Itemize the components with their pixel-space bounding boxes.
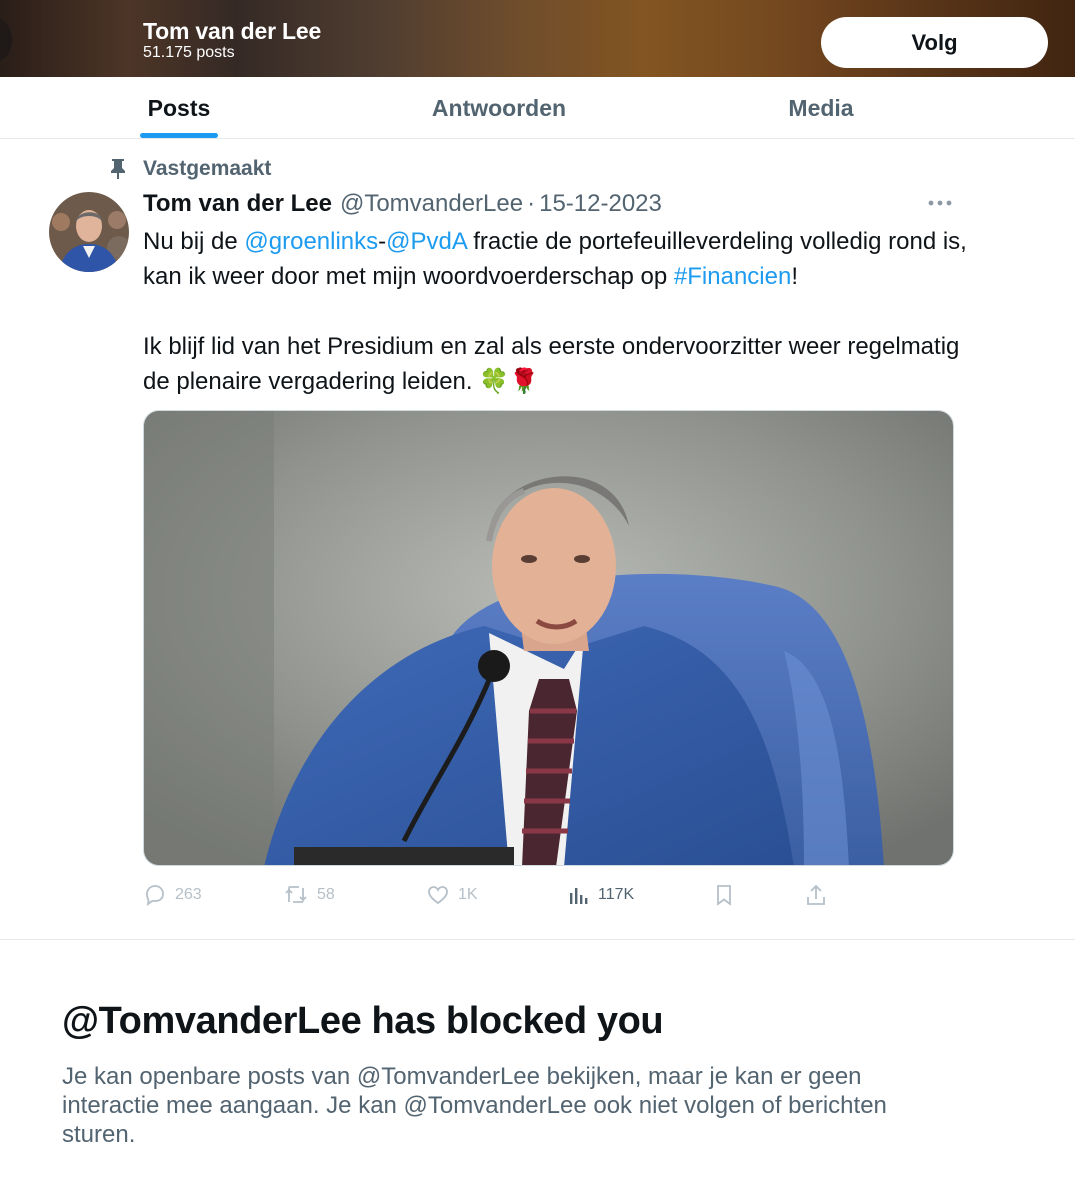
hashtag-link-financien[interactable]: #Financien: [674, 263, 791, 290]
like-count: 1K: [458, 886, 478, 903]
reply-icon: [146, 885, 164, 906]
header-posts-count: 51.175 posts: [143, 44, 235, 61]
views-button[interactable]: 117K: [568, 878, 634, 912]
tweet-header: Tom van der Lee @TomvanderLee · 15-12-20…: [143, 187, 662, 221]
blocked-notice-title: @TomvanderLee has blocked you: [62, 1000, 664, 1042]
tweet-photo[interactable]: [143, 410, 954, 866]
tweet-author-handle[interactable]: @TomvanderLee: [340, 190, 523, 218]
header-profile-name: Tom van der Lee: [143, 18, 322, 44]
avatar[interactable]: [49, 192, 129, 272]
tab-posts[interactable]: Posts: [138, 77, 220, 139]
repost-count: 58: [317, 886, 335, 903]
tweet-text-part: -: [378, 228, 387, 255]
tweet-author-name[interactable]: Tom van der Lee: [143, 190, 332, 218]
bookmark-button[interactable]: [713, 878, 743, 912]
repost-button[interactable]: 58: [283, 878, 335, 912]
header-separator: ·: [527, 190, 536, 217]
back-button[interactable]: [0, 18, 12, 62]
mention-link-groenlinks[interactable]: @groenlinks: [244, 228, 378, 255]
reply-button[interactable]: 263: [143, 878, 202, 912]
pinned-indicator: Vastgemaakt: [108, 155, 271, 183]
profile-header-banner: Tom van der Lee 51.175 posts Volg: [0, 0, 1075, 77]
share-button[interactable]: [805, 878, 835, 912]
repost-icon: [285, 886, 307, 903]
profile-tabs: Posts Antwoorden Media: [0, 77, 1075, 139]
views-count: 117K: [598, 886, 635, 903]
views-icon: [570, 888, 588, 904]
pinned-label: Vastgemaakt: [143, 157, 272, 180]
mention-link-pvda[interactable]: @PvdA: [386, 228, 466, 255]
bookmark-icon: [717, 885, 731, 906]
tweet-action-bar: 263 58 1K 117K: [143, 878, 843, 912]
section-divider: [0, 939, 1075, 940]
tweet-date[interactable]: 15-12-2023: [539, 190, 662, 218]
pin-icon: [111, 159, 125, 179]
follow-button[interactable]: Volg: [821, 17, 1048, 68]
reply-count: 263: [175, 886, 202, 903]
active-tab-indicator: [140, 133, 218, 138]
blocked-notice-body: Je kan openbare posts van @TomvanderLee …: [62, 1063, 887, 1148]
tweet-text: Nu bij de @groenlinks-@PvdA fractie de p…: [143, 224, 973, 399]
share-icon: [807, 884, 825, 905]
like-button[interactable]: 1K: [426, 878, 478, 912]
tab-media[interactable]: Media: [775, 77, 867, 139]
more-icon[interactable]: [926, 196, 954, 210]
like-icon: [428, 886, 448, 905]
tab-antwoorden[interactable]: Antwoorden: [415, 77, 583, 139]
tweet-text-part: Nu bij de: [143, 228, 245, 255]
